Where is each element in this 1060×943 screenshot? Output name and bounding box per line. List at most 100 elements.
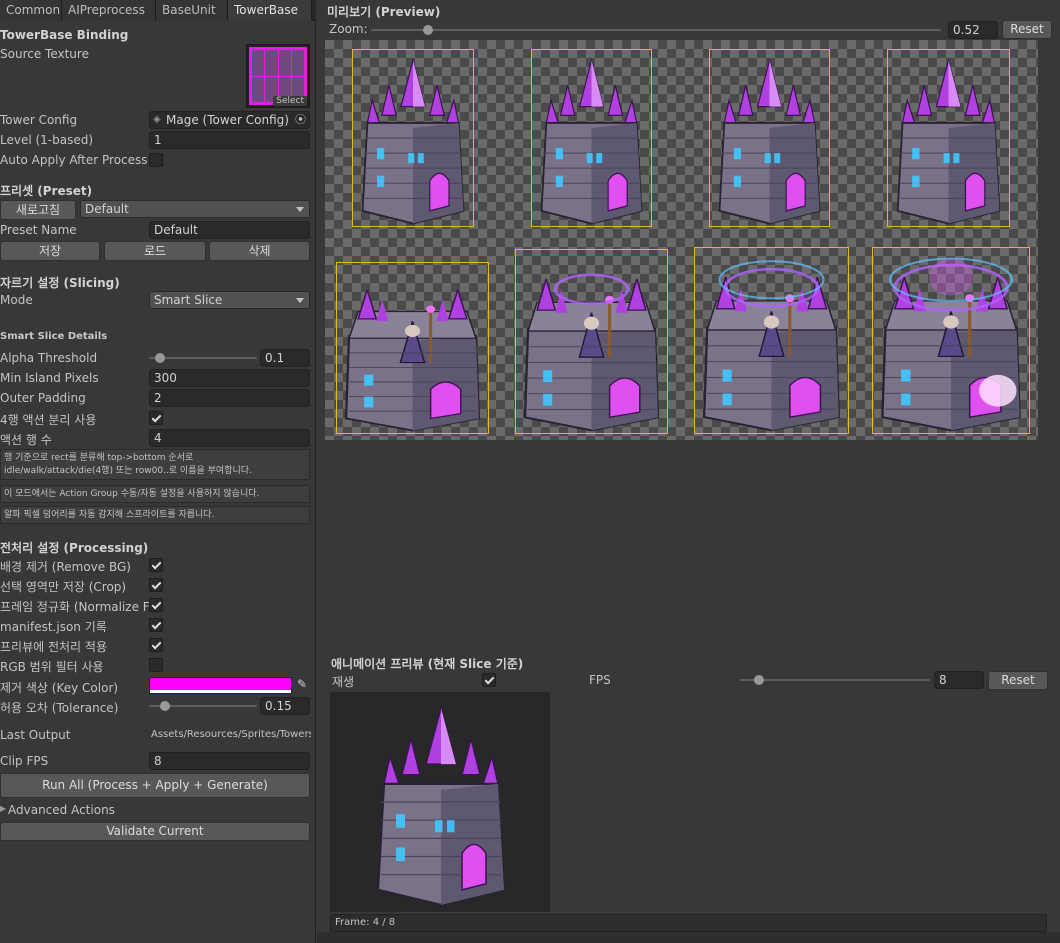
- tolerance-slider-thumb[interactable]: [160, 701, 171, 711]
- tolerance-label: 허용 오차 (Tolerance): [0, 701, 119, 715]
- alpha-threshold-field[interactable]: 0.1: [260, 349, 310, 367]
- alpha-threshold-slider-thumb[interactable]: [154, 353, 165, 363]
- tab-common[interactable]: Common: [0, 0, 62, 21]
- key-color-alpha-bar: [150, 690, 291, 693]
- info-line-1: 행 기준으로 rect를 분류해 top->bottom 순서로: [4, 453, 194, 463]
- auto-apply-checkbox[interactable]: [149, 153, 163, 167]
- save-button[interactable]: 저장: [0, 241, 100, 261]
- outer-padding-field[interactable]: 2: [149, 389, 310, 407]
- delete-button[interactable]: 삭제: [209, 241, 310, 261]
- slicing-section-title: 자르기 설정 (Slicing): [0, 276, 120, 290]
- run-all-button[interactable]: Run All (Process + Apply + Generate): [0, 773, 310, 798]
- preview-panel: 미리보기 (Preview) Zoom: 0.52 Reset 애니메이션 프리…: [317, 0, 1060, 943]
- last-output-label: Last Output: [0, 728, 71, 742]
- fps-reset-button[interactable]: Reset: [988, 671, 1048, 690]
- preset-dropdown[interactable]: Default: [80, 200, 310, 218]
- play-checkbox[interactable]: [482, 673, 496, 687]
- load-button[interactable]: 로드: [104, 241, 206, 261]
- outer-padding-label: Outer Padding: [0, 391, 86, 405]
- rgb-filter-checkbox[interactable]: [149, 658, 163, 672]
- object-picker-icon[interactable]: ⦿: [295, 112, 306, 128]
- remove-bg-label: 배경 제거 (Remove BG): [0, 560, 131, 574]
- mode-dropdown[interactable]: Smart Slice: [149, 291, 310, 309]
- tower-config-value: Mage (Tower Config): [166, 113, 289, 127]
- binding-section-title: TowerBase Binding: [0, 28, 129, 42]
- preset-section-title: 프리셋 (Preset): [0, 184, 93, 198]
- preset-name-label: Preset Name: [0, 223, 77, 237]
- manifest-checkbox[interactable]: [149, 618, 163, 632]
- action-rows-field[interactable]: 4: [149, 429, 310, 447]
- normalize-checkbox[interactable]: [149, 598, 163, 612]
- zoom-slider[interactable]: [371, 29, 941, 31]
- slice-frame[interactable]: [709, 49, 830, 227]
- texture-select-button[interactable]: Select: [273, 96, 307, 106]
- slice-frame[interactable]: [336, 262, 489, 434]
- source-texture-slot[interactable]: Select: [246, 44, 310, 108]
- slice-frame[interactable]: [694, 247, 849, 434]
- tab-baseunit[interactable]: BaseUnit: [156, 0, 228, 21]
- min-island-field[interactable]: 300: [149, 369, 310, 387]
- four-row-label: 4행 액션 분리 사용: [0, 413, 97, 427]
- clip-fps-label: Clip FPS: [0, 754, 49, 768]
- mode-label: Mode: [0, 293, 33, 307]
- processing-section-title: 전처리 설정 (Processing): [0, 541, 149, 555]
- refresh-button[interactable]: 새로고침: [0, 200, 76, 220]
- info-alpha-detect: 알파 픽셀 덩어리를 자동 감지해 스프라이트를 자릅니다.: [0, 506, 310, 524]
- auto-apply-label: Auto Apply After Process: [0, 153, 148, 167]
- scriptable-object-icon: ◈: [153, 114, 161, 125]
- fps-slider[interactable]: [740, 679, 930, 681]
- eyedropper-icon[interactable]: ✎: [294, 677, 310, 694]
- info-row-classification: 행 기준으로 rect를 분류해 top->bottom 순서로 idle/wa…: [0, 449, 310, 480]
- slice-frame[interactable]: [872, 247, 1030, 434]
- info-action-group: 이 모드에서는 Action Group 수동/자동 설정을 사용하지 않습니다…: [0, 485, 310, 503]
- tower-config-field[interactable]: ◈ Mage (Tower Config) ⦿: [149, 111, 310, 129]
- crop-label: 선택 영역만 저장 (Crop): [0, 580, 127, 594]
- rgb-filter-label: RGB 범위 필터 사용: [0, 660, 104, 674]
- action-rows-label: 액션 행 수: [0, 433, 52, 447]
- mode-dropdown-value: Smart Slice: [154, 293, 223, 307]
- last-output-value: Assets/Resources/Sprites/Towers/: [151, 729, 311, 740]
- advanced-actions-foldout[interactable]: Advanced Actions: [8, 803, 115, 817]
- fps-label: FPS: [589, 673, 611, 687]
- alpha-threshold-label: Alpha Threshold: [0, 351, 98, 365]
- tab-aipreprocess[interactable]: AIPreprocess: [62, 0, 156, 21]
- horizontal-scrollbar[interactable]: [317, 932, 1060, 943]
- info-line-2: idle/walk/attack/die(4행) 또는 row00..로 이름을…: [4, 466, 252, 476]
- validate-current-button[interactable]: Validate Current: [0, 822, 310, 841]
- zoom-label: Zoom:: [329, 22, 368, 36]
- tower-config-label: Tower Config: [0, 113, 78, 127]
- tolerance-field[interactable]: 0.15: [260, 697, 310, 715]
- level-field[interactable]: 1: [149, 131, 310, 149]
- slice-frame[interactable]: [531, 49, 652, 227]
- preset-name-field[interactable]: Default: [149, 221, 310, 239]
- sprite-sheet-preview[interactable]: [325, 40, 1038, 440]
- slice-frame[interactable]: [515, 249, 668, 434]
- animation-preview-viewport: [330, 692, 550, 912]
- apply-preview-checkbox[interactable]: [149, 638, 163, 652]
- zoom-field[interactable]: 0.52: [948, 21, 998, 39]
- dropdown-arrow-icon: [296, 298, 304, 303]
- dropdown-arrow-icon: [296, 207, 304, 212]
- manifest-label: manifest.json 기록: [0, 620, 107, 634]
- clip-fps-field[interactable]: 8: [149, 752, 310, 770]
- smart-slice-details-title: Smart Slice Details: [0, 331, 108, 342]
- fps-slider-thumb[interactable]: [754, 675, 764, 685]
- foldout-arrow-icon[interactable]: ▶: [0, 804, 6, 813]
- slice-frame[interactable]: [352, 49, 474, 227]
- zoom-slider-thumb[interactable]: [423, 25, 433, 35]
- fps-field[interactable]: 8: [934, 671, 984, 689]
- key-color-swatch[interactable]: [149, 677, 292, 694]
- remove-bg-checkbox[interactable]: [149, 558, 163, 572]
- zoom-reset-button[interactable]: Reset: [1002, 20, 1052, 39]
- apply-preview-label: 프리뷰에 전처리 적용: [0, 640, 107, 654]
- alpha-threshold-slider[interactable]: [149, 357, 257, 359]
- min-island-label: Min Island Pixels: [0, 371, 99, 385]
- preset-dropdown-value: Default: [85, 202, 129, 216]
- normalize-label: 프레임 정규화 (Normalize F: [0, 600, 149, 614]
- tab-bar: Common AIPreprocess BaseUnit TowerBase: [0, 0, 316, 21]
- slice-frame[interactable]: [887, 49, 1010, 227]
- four-row-checkbox[interactable]: [149, 411, 163, 425]
- tab-towerbase[interactable]: TowerBase: [228, 0, 312, 21]
- inspector-panel: TowerBase Binding Source Texture Select …: [0, 22, 316, 943]
- crop-checkbox[interactable]: [149, 578, 163, 592]
